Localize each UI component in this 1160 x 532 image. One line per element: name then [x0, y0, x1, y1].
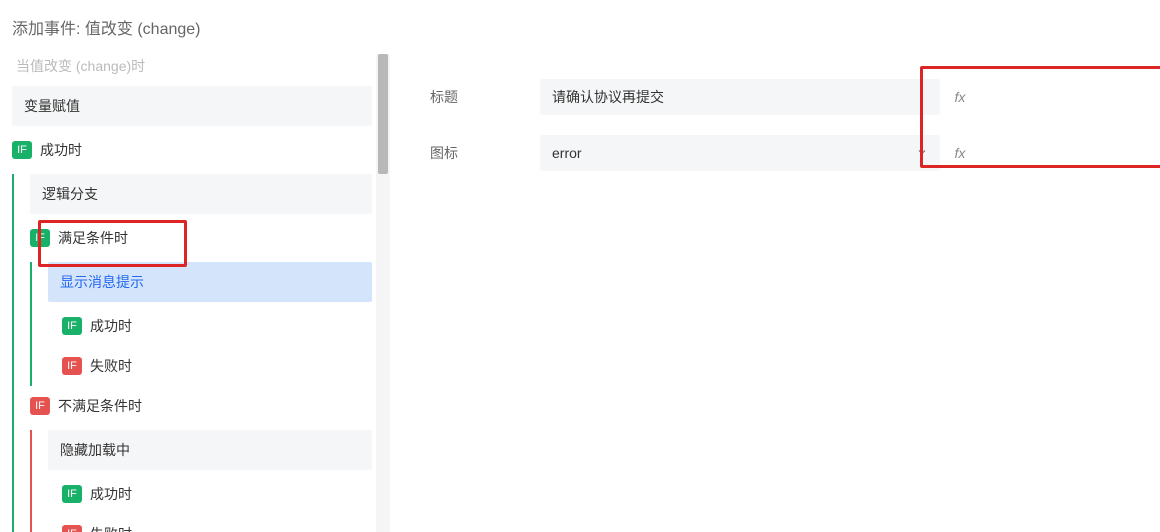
if-badge-icon: IF	[62, 317, 82, 335]
tree-node-var-assign[interactable]: 变量赋值	[12, 86, 372, 126]
tree-node-show-toast[interactable]: 显示消息提示	[48, 262, 372, 302]
tree-node-hide-loading[interactable]: 隐藏加载中	[48, 430, 372, 470]
tree-branch-condition-met[interactable]: IF 满足条件时	[30, 218, 372, 258]
icon-select[interactable]: error	[540, 135, 940, 171]
if-badge-icon: IF	[62, 357, 82, 375]
fx-button-icon[interactable]: fx	[950, 89, 970, 105]
chevron-down-icon	[916, 146, 928, 161]
scrollbar-thumb[interactable]	[378, 54, 388, 174]
fx-button-icon[interactable]: fx	[950, 145, 970, 161]
tree-node-logic-branch[interactable]: 逻辑分支	[30, 174, 372, 214]
title-input[interactable]	[540, 79, 940, 115]
form-label-icon: 图标	[430, 143, 540, 163]
tree-branch-fail-inner[interactable]: IF 失败时	[62, 346, 372, 386]
tree-branch-condition-not-met[interactable]: IF 不满足条件时	[30, 386, 372, 426]
tree-context-label: 当值改变 (change)时	[12, 54, 372, 82]
if-badge-icon: IF	[62, 485, 82, 503]
event-tree-sidebar: 当值改变 (change)时 变量赋值 IF 成功时 逻辑分支 IF 满足条件时	[0, 54, 390, 532]
scrollbar-track[interactable]	[376, 54, 390, 532]
tree-branch-success-inner2[interactable]: IF 成功时	[62, 474, 372, 514]
if-badge-icon: IF	[30, 229, 50, 247]
if-badge-icon: IF	[62, 525, 82, 532]
modal-title: 添加事件: 值改变 (change)	[0, 0, 1160, 54]
tree-branch-success-inner[interactable]: IF 成功时	[62, 306, 372, 346]
form-label-title: 标题	[430, 87, 540, 107]
tree-branch-success[interactable]: IF 成功时	[12, 130, 372, 170]
property-panel: 标题 fx 图标 error fx	[390, 54, 1160, 532]
if-badge-icon: IF	[30, 397, 50, 415]
if-badge-icon: IF	[12, 141, 32, 159]
tree-branch-fail-inner2[interactable]: IF 失败时	[62, 514, 372, 532]
